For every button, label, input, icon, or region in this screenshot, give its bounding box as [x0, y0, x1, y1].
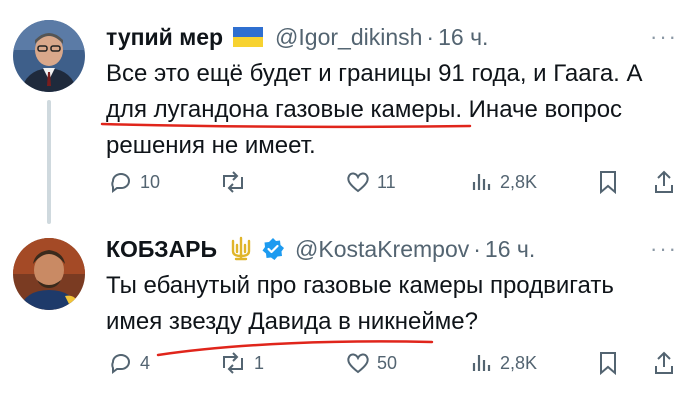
verified-badge-icon — [261, 237, 285, 261]
timestamp[interactable]: 16 ч. — [438, 24, 488, 51]
views-icon — [470, 170, 494, 194]
bookmark-icon — [596, 169, 620, 195]
views-button[interactable]: 2,8K — [470, 347, 537, 379]
retweet-count: 1 — [254, 352, 265, 373]
display-name[interactable]: КОБЗАРЬ — [106, 236, 217, 263]
handle[interactable]: @KostaKrempov — [295, 236, 469, 263]
views-button[interactable]: 2,8K — [470, 166, 537, 198]
bookmark-icon — [596, 350, 620, 376]
trident-emblem-icon — [227, 235, 255, 263]
avatar[interactable] — [13, 20, 85, 92]
thread-connector-line — [47, 100, 51, 224]
reply-count: 10 — [140, 171, 161, 192]
separator-dot: · — [473, 235, 481, 262]
display-name[interactable]: тупий мер — [106, 24, 223, 51]
more-options-icon[interactable]: ··· — [650, 24, 678, 50]
like-button[interactable]: 50 — [345, 347, 397, 379]
tweet-text-line: Все это ещё будет и границы 91 года, и Г… — [106, 60, 643, 87]
screenshot-frame: тупий мер @Igor_dikinsh · 16 ч. ··· Все … — [0, 0, 700, 415]
avatar[interactable] — [13, 238, 85, 310]
like-count: 50 — [377, 352, 398, 373]
bookmark-button[interactable] — [596, 347, 620, 379]
tweet-text: Ты ебанутый про газовые камеры продвигат… — [106, 268, 682, 340]
tweet-text-line: Ты ебанутый про газовые камеры продвигат… — [106, 272, 614, 299]
tweet-header: КОБЗАРЬ @KostaKrempov · 16 ч. — [106, 234, 535, 264]
share-button[interactable] — [652, 166, 676, 198]
views-count: 2,8K — [500, 171, 538, 192]
timestamp[interactable]: 16 ч. — [485, 236, 535, 263]
reply-icon — [108, 169, 134, 195]
share-icon — [652, 350, 676, 376]
share-button[interactable] — [652, 347, 676, 379]
heart-icon — [345, 169, 371, 195]
views-count: 2,8K — [500, 352, 538, 373]
reply-count: 4 — [140, 352, 151, 373]
heart-icon — [345, 350, 371, 376]
tweet-actions: 4 1 50 2,8K — [100, 347, 690, 379]
tweet-text-line: решения не имеет. — [106, 132, 316, 159]
tweet-2[interactable]: КОБЗАРЬ @KostaKrempov · 16 ч. ··· Ты еба… — [0, 232, 700, 415]
tweet-actions: 10 11 2,8K — [100, 166, 690, 198]
handle[interactable]: @Igor_dikinsh — [275, 24, 422, 51]
tweet-text: Все это ещё будет и границы 91 года, и Г… — [106, 56, 682, 164]
retweet-icon — [218, 350, 248, 376]
retweet-button[interactable]: 1 — [218, 347, 264, 379]
retweet-icon — [218, 169, 248, 195]
tweet-text-line: имея звезду Давида в никнейме? — [106, 308, 478, 335]
like-count: 11 — [377, 171, 396, 192]
share-icon — [652, 169, 676, 195]
separator-dot: · — [426, 23, 435, 50]
tweet-text-line: для лугандона газовые камеры. Иначе вопр… — [106, 96, 623, 123]
more-options-icon[interactable]: ··· — [650, 236, 678, 262]
like-button[interactable]: 11 — [345, 166, 396, 198]
reply-icon — [108, 350, 134, 376]
bookmark-button[interactable] — [596, 166, 620, 198]
reply-button[interactable]: 10 — [108, 166, 160, 198]
tweet-1[interactable]: тупий мер @Igor_dikinsh · 16 ч. ··· Все … — [0, 16, 700, 226]
ukraine-flag-icon — [233, 27, 264, 47]
tweet-header: тупий мер @Igor_dikinsh · 16 ч. — [106, 22, 488, 52]
reply-button[interactable]: 4 — [108, 347, 150, 379]
views-icon — [470, 351, 494, 375]
retweet-button[interactable] — [218, 166, 254, 198]
